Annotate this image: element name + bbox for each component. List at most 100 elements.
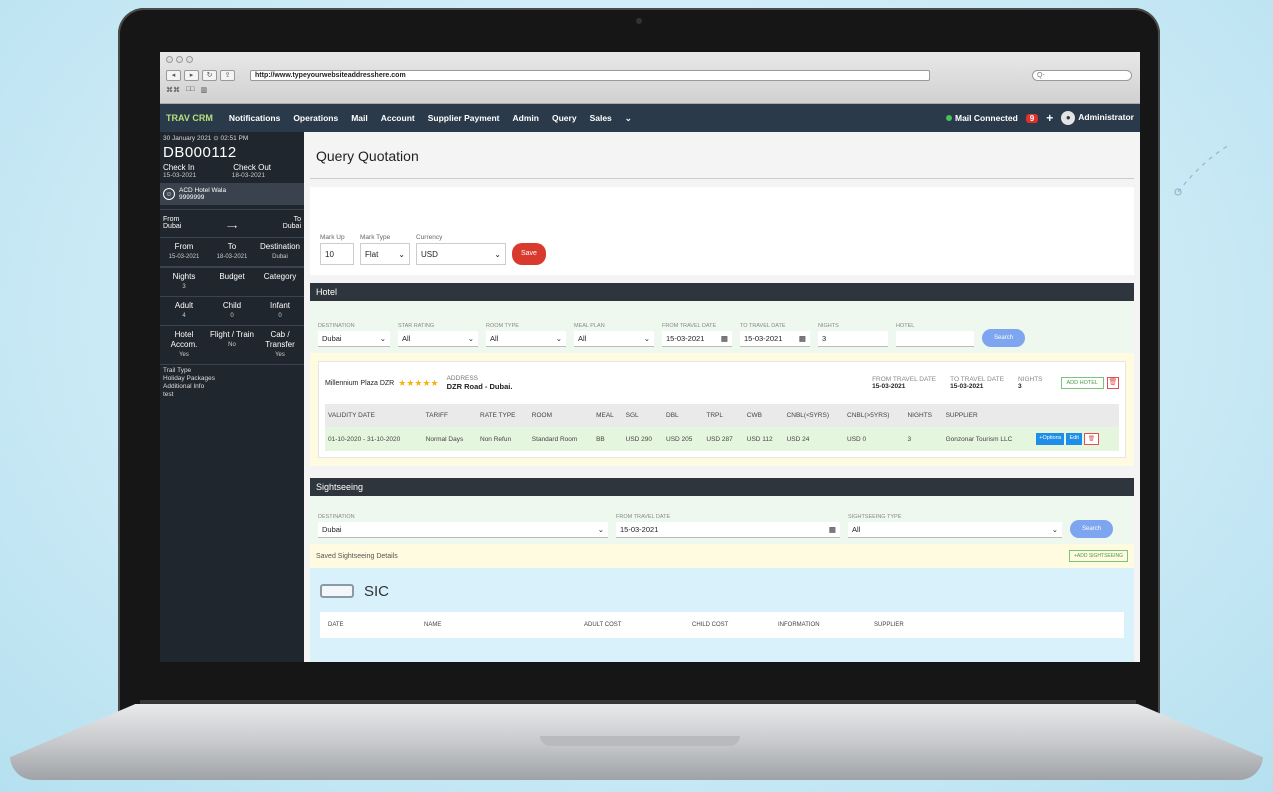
chevron-down-icon: ⌄: [467, 334, 474, 343]
col-cnbl-under5: CNBL(<5YRS): [783, 404, 844, 427]
sic-label: SIC: [364, 582, 390, 600]
from-date-filter: FROM TRAVEL DATE 15-03-2021 ▦: [662, 323, 732, 347]
chevron-down-icon: ⌄: [398, 249, 405, 259]
bookmark-item[interactable]: ⌘⌘: [166, 86, 180, 94]
currency-select[interactable]: USD ⌄: [416, 243, 506, 265]
menu-mail[interactable]: Mail: [351, 113, 368, 124]
minimize-window-icon[interactable]: [176, 56, 183, 63]
hotel-name: Millennium Plaza DZR: [325, 379, 395, 387]
menu-operations[interactable]: Operations: [293, 113, 338, 124]
bookmarks-bar: ⌘⌘ □□ ▥: [166, 86, 207, 94]
menu-supplier-payment[interactable]: Supplier Payment: [428, 113, 500, 124]
user-name: Administrator: [1078, 112, 1134, 122]
browser-chrome: ◂ ▸ ↻ ⇪ http://www.typeyourwebsiteaddres…: [160, 52, 1140, 104]
meal-plan-select[interactable]: All ⌄: [574, 331, 654, 347]
currency-label: Currency: [416, 234, 443, 241]
hotel-search-button[interactable]: Search: [982, 329, 1026, 347]
nights-input[interactable]: 3: [818, 331, 888, 347]
maximize-window-icon[interactable]: [186, 56, 193, 63]
sic-panel: SIC DATE NAME ADULT COST CHILD COST INFO…: [310, 568, 1134, 662]
filter-label: NIGHTS: [818, 323, 839, 329]
close-window-icon[interactable]: [166, 56, 173, 63]
to-value: Dubai: [282, 223, 301, 230]
address-value: DZR Road - Dubai.: [446, 382, 513, 391]
markup-input[interactable]: 10: [320, 243, 354, 265]
save-button[interactable]: Save: [512, 243, 546, 265]
chevron-down-icon[interactable]: ⌄: [625, 113, 632, 124]
hotel-card-meta: FROM TRAVEL DATE 15-03-2021 TO TRAVEL DAT…: [872, 376, 1042, 390]
bookmark-item[interactable]: ▥: [200, 86, 207, 94]
sightseeing-section-header: Sightseeing: [310, 478, 1134, 496]
status-dot-icon: [945, 115, 952, 121]
reload-icon[interactable]: ↻: [202, 70, 217, 81]
destination-select[interactable]: Dubai ⌄: [318, 331, 390, 347]
marktype-select[interactable]: Flat ⌄: [360, 243, 410, 265]
main-menu: Notifications Operations Mail Account Su…: [229, 113, 632, 124]
address-bar[interactable]: http://www.typeyourwebsiteaddresshere.co…: [250, 70, 930, 81]
sightseeing-date-input[interactable]: 15-03-2021 ▦: [616, 522, 840, 538]
browser-nav: ◂ ▸ ↻ ⇪: [166, 70, 235, 81]
add-button[interactable]: +: [1046, 111, 1053, 125]
cell-supplier: Gonzonar Tourism LLC: [942, 427, 1034, 451]
filter-label: ROOM TYPE: [486, 323, 519, 329]
col-date: DATE: [328, 622, 344, 628]
col-supplier: SUPPLIER: [874, 622, 904, 628]
col-cwb: CWB: [743, 404, 784, 427]
address-label: ADDRESS: [446, 375, 479, 382]
star-rating-select[interactable]: All ⌄: [398, 331, 478, 347]
sightseeing-destination-select[interactable]: Dubai ⌄: [318, 522, 608, 538]
sightseeing-type-select[interactable]: All ⌄: [848, 522, 1062, 538]
chevron-down-icon: ⌄: [494, 249, 501, 259]
sidebar-footer: Trail Type Holiday Packages Additional I…: [160, 365, 304, 401]
col-meal: MEAL: [593, 404, 623, 427]
filter-label: FROM TRAVEL DATE: [616, 514, 671, 520]
menu-account[interactable]: Account: [381, 113, 415, 124]
share-icon[interactable]: ⇪: [220, 70, 235, 81]
query-datetime: 30 January 2021 ⊙ 02:51 PM: [163, 135, 249, 142]
cell-validity: 01-10-2020 - 31-10-2020: [325, 427, 423, 451]
sightseeing-search-button[interactable]: Search: [1070, 520, 1114, 538]
add-hotel-button[interactable]: ADD HOTEL: [1060, 377, 1104, 389]
cell-tariff: Normal Days: [422, 427, 477, 451]
app-logo[interactable]: TRAV CRM: [166, 113, 213, 123]
forward-icon[interactable]: ▸: [184, 70, 199, 81]
calendar-icon: ▦: [828, 525, 836, 534]
bookmark-item[interactable]: □□: [186, 86, 194, 94]
mail-status[interactable]: Mail Connected: [945, 113, 1018, 123]
from-date-input[interactable]: 15-03-2021 ▦: [662, 331, 732, 347]
stat-child: Child 0: [208, 297, 256, 326]
menu-admin[interactable]: Admin: [513, 113, 539, 124]
add-sightseeing-button[interactable]: +ADD SIGHTSEEING: [1068, 550, 1128, 562]
screen: ◂ ▸ ↻ ⇪ http://www.typeyourwebsiteaddres…: [160, 52, 1140, 662]
menu-query[interactable]: Query: [552, 113, 577, 124]
delete-icon[interactable]: 🗑: [1083, 433, 1099, 445]
hotel-address: ADDRESS DZR Road - Dubai.: [447, 375, 513, 391]
hotel-name-input[interactable]: [896, 331, 974, 347]
quotation-form: Mark Up 10 Mark Type Flat ⌄ Currency USD ⌄…: [310, 187, 1134, 275]
row-actions: +Options Edit 🗑: [1036, 433, 1116, 445]
navbar-right: Mail Connected 9 + ● Administrator: [945, 111, 1134, 125]
menu-sales[interactable]: Sales: [590, 113, 612, 124]
delete-icon[interactable]: 🗑: [1107, 377, 1119, 389]
menu-notifications[interactable]: Notifications: [229, 113, 280, 124]
check-labels: Check In Check Out: [160, 163, 304, 172]
filter-label: DESTINATION: [318, 323, 355, 329]
to-date-input[interactable]: 15-03-2021 ▦: [740, 331, 810, 347]
chevron-down-icon: ⌄: [1051, 525, 1058, 534]
cell-dbl: USD 205: [663, 427, 704, 451]
to-label: To: [293, 216, 301, 223]
notification-badge[interactable]: 9: [1025, 113, 1039, 123]
back-icon[interactable]: ◂: [166, 70, 181, 81]
edit-button[interactable]: Edit: [1066, 433, 1082, 445]
filter-label: FROM TRAVEL DATE: [662, 323, 717, 329]
room-type-select[interactable]: All ⌄: [486, 331, 566, 347]
chevron-down-icon: ⌄: [597, 525, 604, 534]
browser-search[interactable]: Q-: [1032, 70, 1132, 81]
user-menu[interactable]: ● Administrator: [1061, 111, 1134, 125]
agent-name: ACD Hotel Wala: [179, 187, 227, 194]
calendar-icon: ▦: [720, 334, 728, 343]
webcam: [636, 18, 642, 24]
cell-cnbl-under5: USD 24: [783, 427, 844, 451]
meal-plan-filter: MEAL PLAN All ⌄: [574, 323, 654, 347]
options-button[interactable]: +Options: [1036, 433, 1065, 445]
